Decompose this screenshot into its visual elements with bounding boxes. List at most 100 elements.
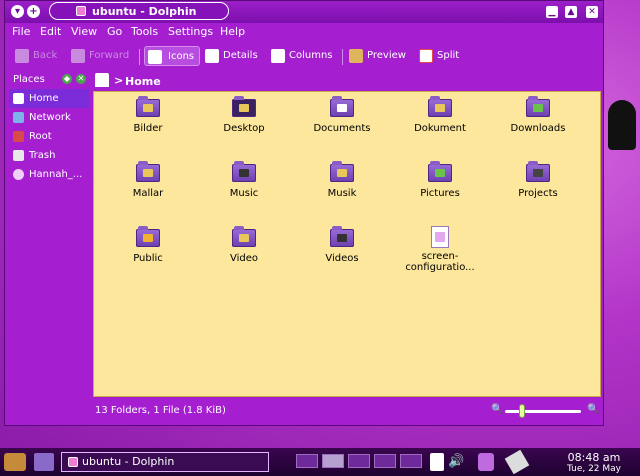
folder-icon bbox=[330, 161, 354, 182]
places-float-icon[interactable]: ◆ bbox=[62, 74, 72, 84]
place-root[interactable]: Root bbox=[9, 127, 89, 146]
folder-item[interactable]: Music bbox=[198, 161, 290, 199]
folder-item[interactable]: Projects bbox=[492, 161, 584, 199]
folder-item[interactable]: Musik bbox=[296, 161, 388, 199]
menu-help[interactable]: Help bbox=[220, 25, 245, 38]
zoom-slider-handle[interactable] bbox=[519, 404, 525, 418]
task-dolphin[interactable]: ubuntu - Dolphin bbox=[61, 452, 269, 472]
desktop-folder-icon bbox=[232, 96, 256, 117]
menubar: File Edit View Go Tools Settings Help bbox=[5, 23, 603, 41]
file-item[interactable]: screen-configuratio... bbox=[394, 226, 486, 273]
show-desktop-icon[interactable] bbox=[34, 453, 54, 471]
drive-icon bbox=[13, 169, 24, 180]
folder-icon bbox=[136, 96, 160, 117]
breadcrumb: > Home bbox=[93, 71, 601, 91]
document-file-icon bbox=[431, 226, 449, 248]
split-icon bbox=[419, 49, 433, 63]
places-close-icon[interactable]: ✕ bbox=[76, 74, 86, 84]
place-drive[interactable]: Hannah_... bbox=[9, 165, 89, 184]
window-title-text: ubuntu - Dolphin bbox=[92, 5, 197, 18]
maximize-button[interactable]: ▲ bbox=[565, 6, 577, 18]
network-icon bbox=[13, 112, 24, 123]
folder-icon bbox=[428, 96, 452, 117]
menu-file[interactable]: File bbox=[12, 25, 30, 38]
toolbar: Back Forward Icons Details Columns Previ… bbox=[5, 43, 603, 69]
places-title: Places bbox=[13, 74, 45, 85]
videos-folder-icon bbox=[330, 226, 354, 247]
file-view[interactable]: Bilder Desktop Documents Dokument Downlo… bbox=[93, 91, 601, 397]
menu-tools[interactable]: Tools bbox=[131, 25, 158, 38]
titlebar[interactable]: ▾ + ubuntu - Dolphin ▁ ▲ ✕ bbox=[5, 1, 603, 23]
place-home[interactable]: Home bbox=[9, 89, 89, 108]
root-folder-icon bbox=[13, 131, 24, 142]
clock-date: Tue, 22 May bbox=[566, 464, 621, 474]
columns-view-button[interactable]: Columns bbox=[271, 46, 335, 66]
folder-item[interactable]: Videos bbox=[296, 226, 388, 264]
dolphin-window: ▾ + ubuntu - Dolphin ▁ ▲ ✕ File Edit Vie… bbox=[4, 0, 604, 426]
folder-item[interactable]: Bilder bbox=[102, 96, 194, 134]
folder-icon bbox=[232, 226, 256, 247]
music-folder-icon bbox=[232, 161, 256, 182]
folder-item[interactable]: Desktop bbox=[198, 96, 290, 134]
pin-icon[interactable]: + bbox=[27, 5, 40, 18]
back-arrow-icon bbox=[15, 49, 29, 63]
notes-icon[interactable] bbox=[504, 449, 530, 475]
volume-icon[interactable]: 🔊 bbox=[448, 454, 464, 470]
split-button[interactable]: Split bbox=[419, 46, 469, 66]
icons-view-icon bbox=[148, 50, 162, 64]
menu-edit[interactable]: Edit bbox=[40, 25, 61, 38]
clock[interactable]: 08:48 am Tue, 22 May bbox=[552, 451, 636, 474]
close-button[interactable]: ✕ bbox=[586, 6, 598, 18]
forward-button[interactable]: Forward bbox=[71, 46, 135, 66]
clock-time: 08:48 am bbox=[567, 451, 621, 464]
downloads-folder-icon bbox=[526, 96, 550, 117]
menu-settings[interactable]: Settings bbox=[168, 25, 213, 38]
zoom-in-icon[interactable]: 🔍 bbox=[587, 404, 599, 415]
pager-desktop-5[interactable] bbox=[400, 454, 422, 468]
public-folder-icon bbox=[136, 226, 160, 247]
pager-desktop-2[interactable] bbox=[322, 454, 344, 468]
status-text: 13 Folders, 1 File (1.8 KiB) bbox=[95, 405, 226, 416]
breadcrumb-separator: > bbox=[114, 74, 124, 87]
back-button[interactable]: Back bbox=[15, 46, 65, 66]
folder-icon bbox=[136, 161, 160, 182]
folder-item[interactable]: Pictures bbox=[394, 161, 486, 199]
toolbar-separator bbox=[139, 49, 140, 65]
pictures-folder-icon bbox=[428, 161, 452, 182]
trash-icon bbox=[13, 150, 24, 161]
projects-folder-icon bbox=[526, 161, 550, 182]
window-menu-icon[interactable]: ▾ bbox=[11, 5, 24, 18]
penguin-wallpaper-icon bbox=[608, 100, 636, 150]
toolbar-separator bbox=[342, 49, 343, 65]
pager-desktop-4[interactable] bbox=[374, 454, 396, 468]
menu-view[interactable]: View bbox=[71, 25, 97, 38]
folder-item[interactable]: Mallar bbox=[102, 161, 194, 199]
taskbar: ubuntu - Dolphin 🔊 08:48 am Tue, 22 May bbox=[0, 448, 640, 476]
network-manager-icon[interactable] bbox=[478, 453, 494, 471]
zoom-out-icon[interactable]: 🔍 bbox=[491, 404, 503, 415]
folder-item[interactable]: Dokument bbox=[394, 96, 486, 134]
dolphin-task-icon bbox=[68, 457, 78, 467]
folder-item[interactable]: Documents bbox=[296, 96, 388, 134]
place-network[interactable]: Network bbox=[9, 108, 89, 127]
place-trash[interactable]: Trash bbox=[9, 146, 89, 165]
pager-desktop-1[interactable] bbox=[296, 454, 318, 468]
minimize-button[interactable]: ▁ bbox=[546, 6, 558, 18]
zoom-slider[interactable] bbox=[505, 410, 581, 413]
folder-item[interactable]: Public bbox=[102, 226, 194, 264]
kickoff-menu-icon[interactable] bbox=[4, 453, 26, 471]
preview-icon bbox=[349, 49, 363, 63]
columns-view-icon bbox=[271, 49, 285, 63]
folder-item[interactable]: Downloads bbox=[492, 96, 584, 134]
folder-item[interactable]: Video bbox=[198, 226, 290, 264]
klipper-icon[interactable] bbox=[430, 453, 444, 471]
details-view-icon bbox=[205, 49, 219, 63]
details-view-button[interactable]: Details bbox=[205, 46, 263, 66]
icons-view-button[interactable]: Icons bbox=[144, 46, 200, 66]
breadcrumb-home[interactable]: Home bbox=[125, 75, 161, 88]
dolphin-app-icon bbox=[76, 6, 86, 16]
home-crumb-icon[interactable] bbox=[95, 73, 109, 87]
pager-desktop-3[interactable] bbox=[348, 454, 370, 468]
preview-button[interactable]: Preview bbox=[349, 46, 411, 66]
menu-go[interactable]: Go bbox=[107, 25, 122, 38]
